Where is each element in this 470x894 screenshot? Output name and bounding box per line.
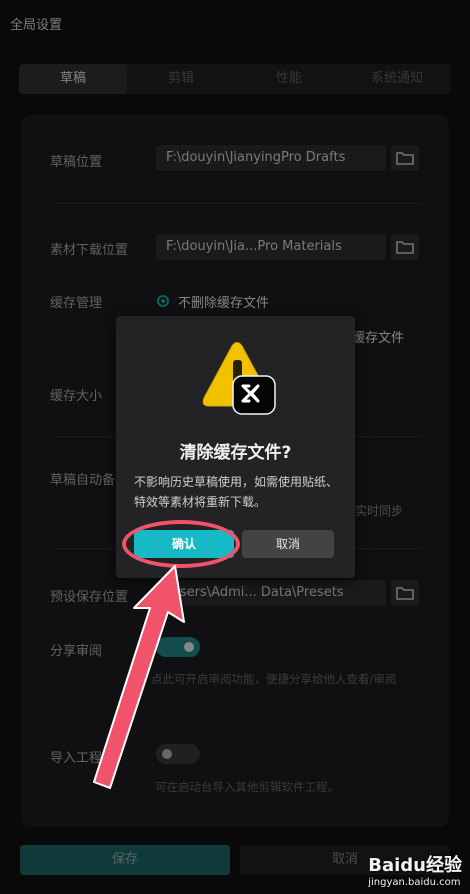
dialog-message: 不影响历史草稿使用，如需使用贴纸、特效等素材将重新下载。 — [134, 475, 339, 509]
baidu-watermark: Baidu经验 jingyan.baidu.com — [368, 851, 462, 888]
watermark-brand: Baidu经验 — [368, 855, 462, 876]
dialog-title: 清除缓存文件? — [179, 443, 292, 463]
dialog-cancel-button[interactable]: 取消 — [242, 530, 334, 558]
annotation-arrow-icon — [93, 565, 185, 789]
watermark-url: jingyan.baidu.com — [368, 877, 461, 888]
warning-icon — [202, 342, 276, 415]
